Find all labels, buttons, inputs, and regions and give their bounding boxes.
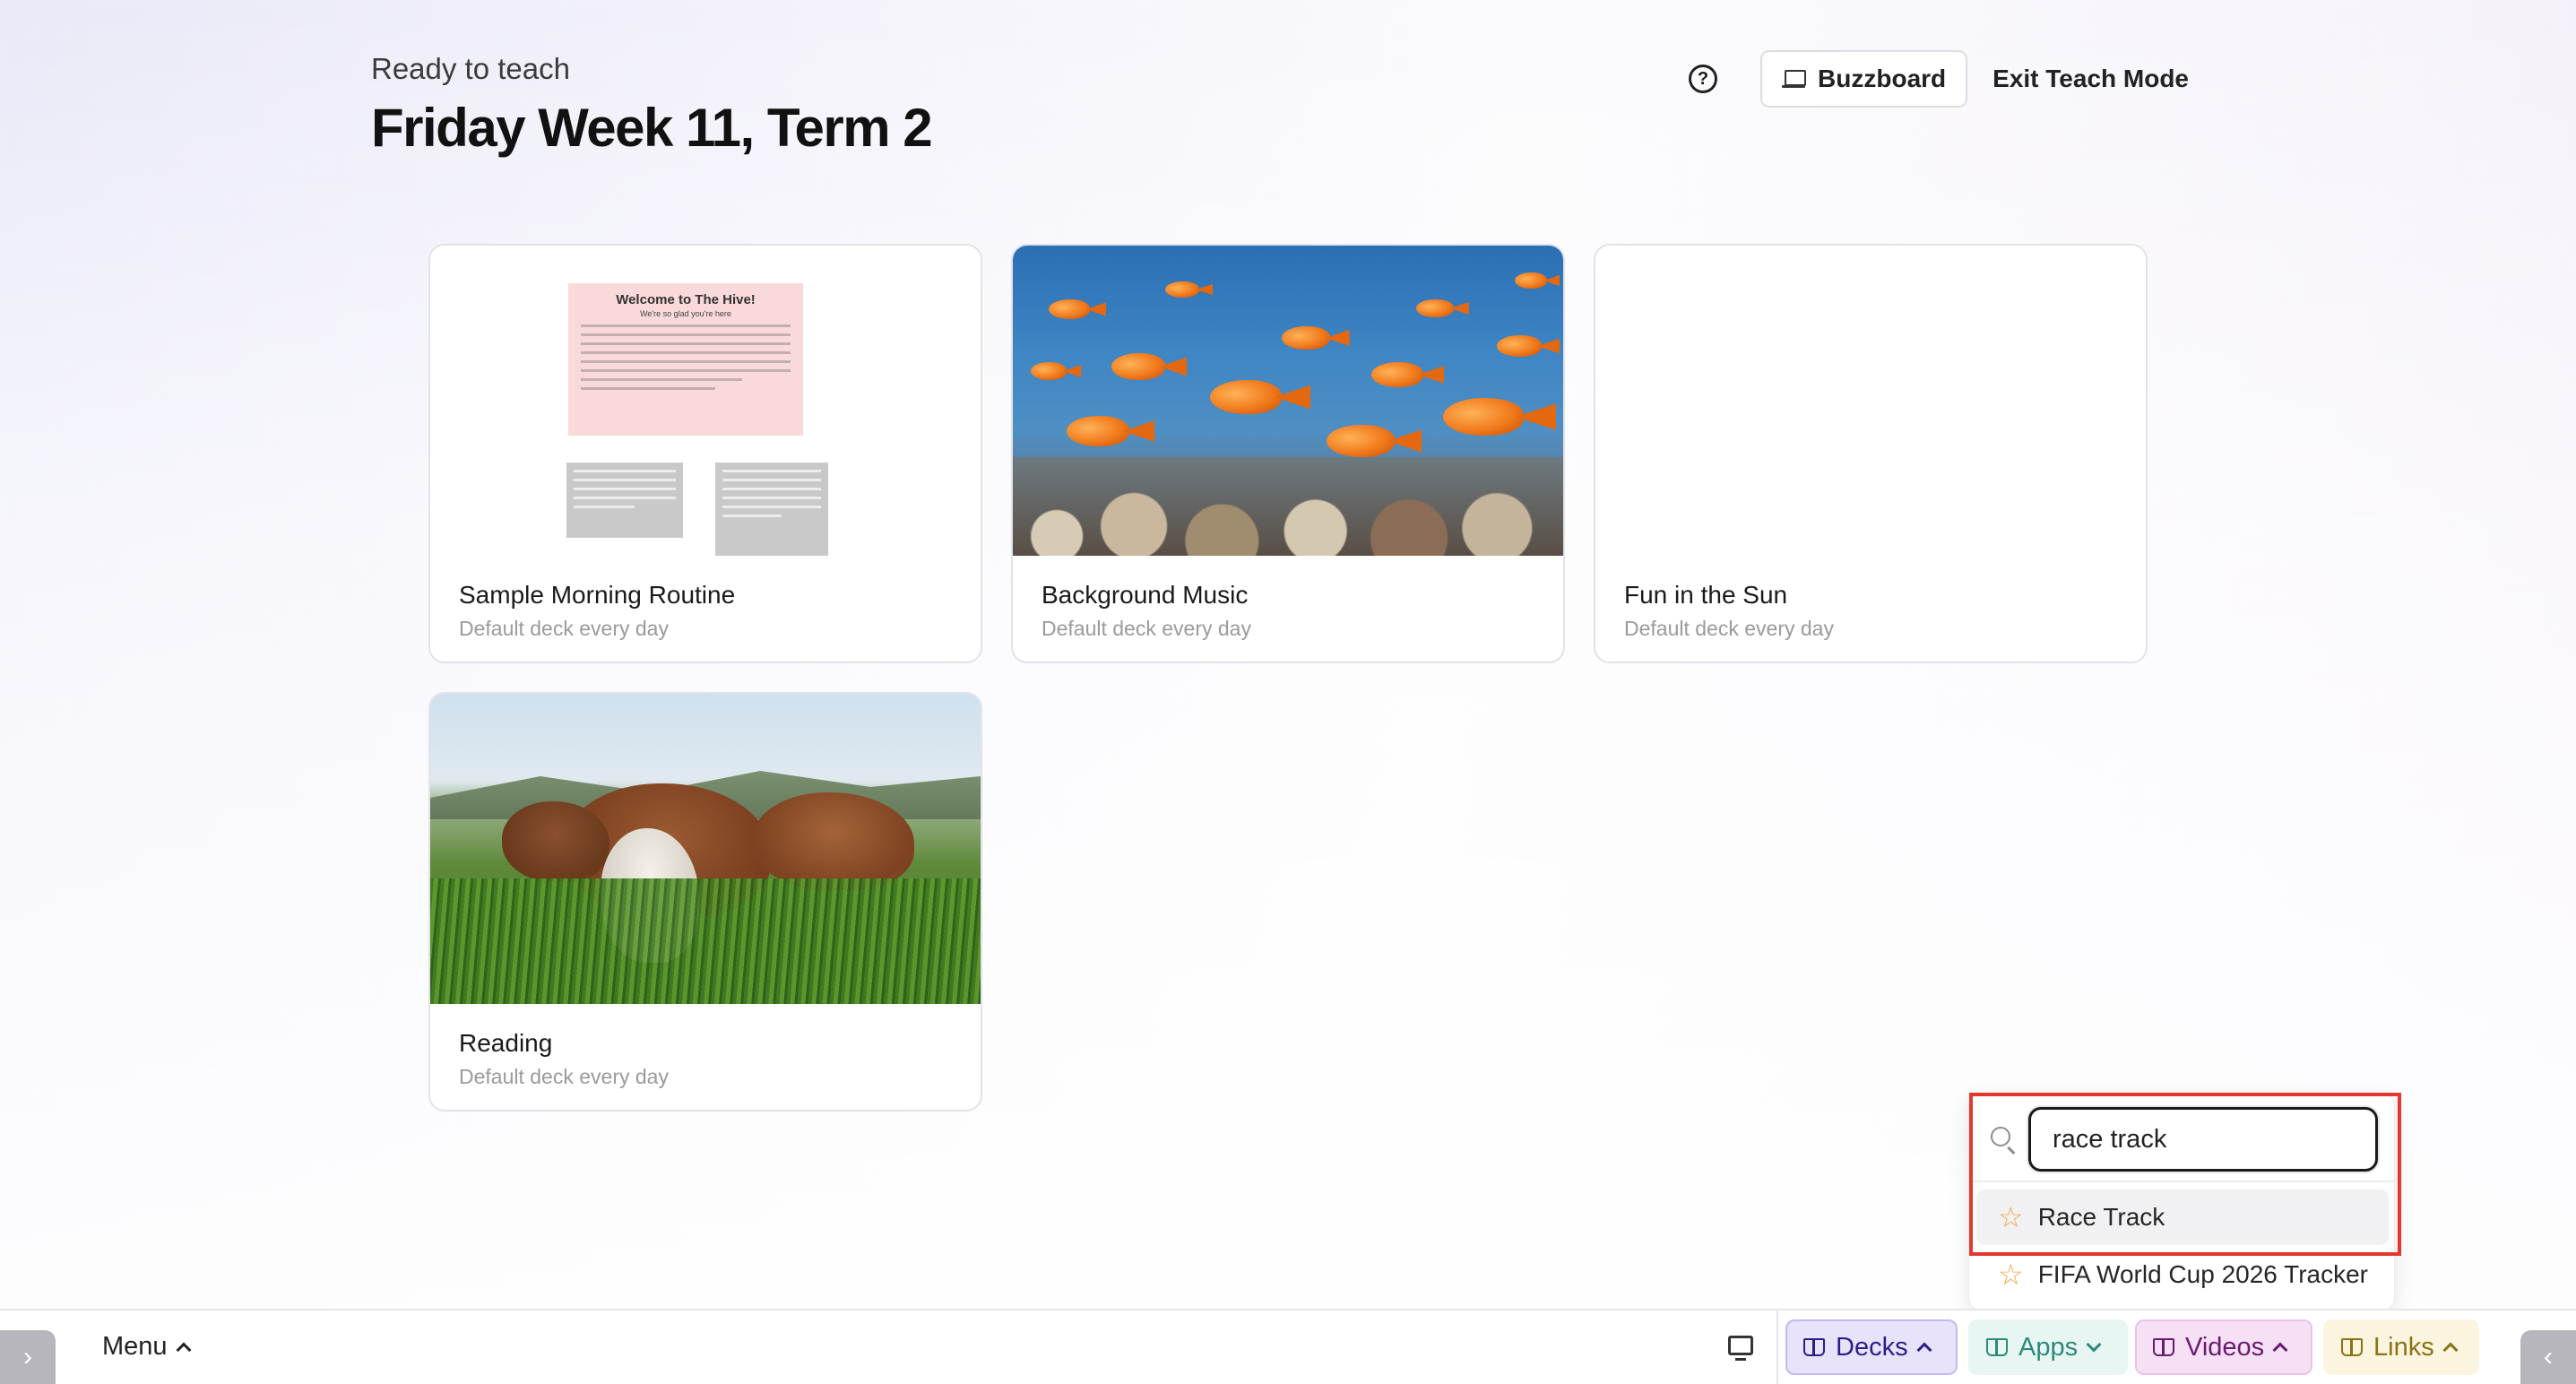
deck-name: Reading [459,1029,553,1057]
bottom-bar: › Menu Decks Apps Videos Links ‹ [0,1309,2576,1384]
buzzboard-button[interactable]: Buzzboard [1760,50,1968,108]
slide-preview: Welcome to The Hive! We're so glad you'r… [568,283,803,436]
search-result-item[interactable]: ☆ FIFA World Cup 2026 Tracker [1976,1247,2389,1302]
deck-subtitle: Default deck every day [459,617,669,640]
deck-thumbnail [430,694,981,1004]
deck-grid: Welcome to The Hive! We're so glad you'r… [428,244,2148,1112]
deck-card[interactable]: Welcome to The Hive! We're so glad you'r… [428,244,982,663]
monitor-icon[interactable] [1728,1336,1753,1361]
page-subtitle: Ready to teach [371,52,570,85]
deck-subtitle: Default deck every day [459,1065,669,1088]
deck-thumbnail: Welcome to The Hive! We're so glad you'r… [430,246,981,556]
help-icon[interactable]: ? [1689,65,1718,93]
chevron-up-icon [176,1342,192,1357]
chevron-up-icon [1916,1342,1932,1358]
divider [1776,1310,1778,1384]
exit-teach-mode-button[interactable]: Exit Teach Mode [1993,65,2189,93]
deck-card[interactable]: Background Music Default deck every day [1011,244,1565,663]
star-outline-icon[interactable]: ☆ [1998,1260,2024,1289]
chevron-up-icon [2272,1342,2288,1358]
chevron-down-icon [2086,1336,2102,1353]
deck-card[interactable]: Fun in the Sun Default deck every day [1594,244,2148,663]
deck-name: Background Music [1042,581,1249,609]
book-icon [1986,1338,2008,1356]
deck-name: Sample Morning Routine [459,581,736,609]
star-outline-icon[interactable]: ☆ [1998,1203,2024,1232]
chevron-up-icon [2442,1342,2459,1358]
book-icon [1803,1338,1825,1356]
apps-button[interactable]: Apps [1968,1319,2128,1375]
videos-button[interactable]: Videos [2135,1319,2312,1375]
apps-label: Apps [2018,1332,2079,1362]
page-header: Ready to teach Friday Week 11, Term 2 [371,52,933,159]
expand-left-button[interactable]: › [0,1330,56,1384]
search-icon [1991,1127,2010,1146]
deck-subtitle: Default deck every day [1624,617,1834,640]
videos-label: Videos [2185,1332,2265,1362]
deck-name: Fun in the Sun [1624,581,1788,609]
laptop-icon [1782,70,1807,88]
menu-button[interactable]: Menu [102,1332,192,1362]
slide-tip-1 [566,463,683,538]
menu-label: Menu [102,1332,168,1361]
search-result-label: Race Track [2037,1203,2165,1231]
search-result-label: FIFA World Cup 2026 Tracker [2037,1260,2368,1288]
decks-button[interactable]: Decks [1785,1319,1958,1375]
search-input[interactable] [2028,1107,2378,1172]
search-row [1969,1094,2394,1182]
deck-thumbnail [1595,246,2146,556]
buzzboard-label: Buzzboard [1818,65,1947,92]
search-popover: ☆ Race Track ☆ FIFA World Cup 2026 Track… [1968,1094,2395,1310]
links-button[interactable]: Links [2323,1319,2479,1375]
links-label: Links [2373,1332,2434,1362]
top-actions: ? Buzzboard Exit Teach Mode [1689,50,2189,108]
slide-preview-subtitle: We're so glad you're here [640,309,731,318]
expand-right-button[interactable]: ‹ [2520,1330,2576,1384]
book-icon [2153,1338,2174,1356]
deck-card[interactable]: Reading Default deck every day [428,692,982,1112]
decks-label: Decks [1836,1332,1908,1362]
deck-thumbnail [1013,246,1563,556]
search-result-item[interactable]: ☆ Race Track [1976,1189,2389,1245]
page-title: Friday Week 11, Term 2 [371,98,933,158]
book-icon [2341,1338,2363,1356]
slide-tip-2 [715,463,828,556]
slide-preview-title: Welcome to The Hive! [616,292,756,307]
deck-subtitle: Default deck every day [1042,617,1251,640]
